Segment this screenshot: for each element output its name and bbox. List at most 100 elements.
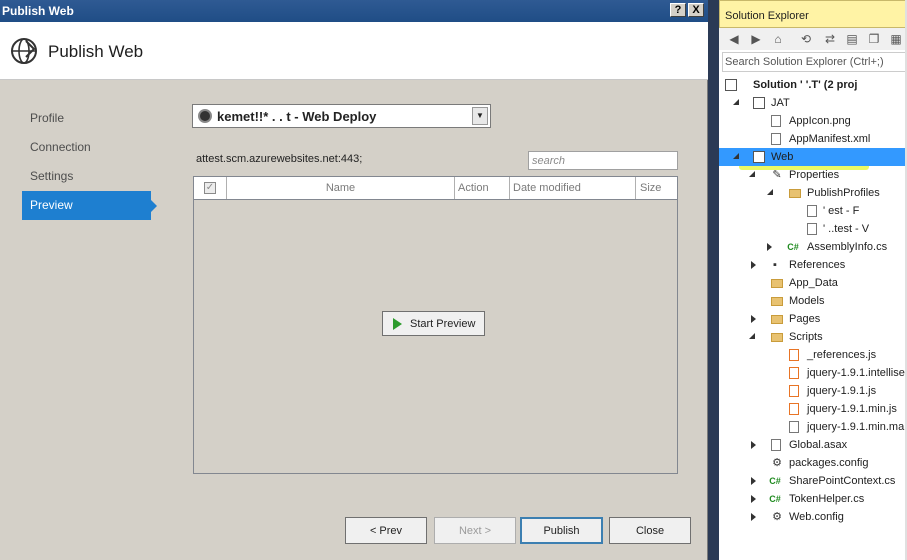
collapse-icon[interactable]	[733, 153, 739, 159]
profile-selected-value: kemet!!* . . t - Web Deploy	[217, 109, 377, 124]
collapse-icon[interactable]	[733, 99, 739, 105]
csharp-icon: C#	[769, 494, 781, 504]
references-icon: ▪	[773, 259, 777, 271]
tree-item-selected[interactable]: Web	[719, 148, 907, 166]
tree-item[interactable]: ' ..test - V	[719, 220, 907, 238]
folder-icon	[771, 297, 783, 306]
tree-item[interactable]: PublishProfiles	[719, 184, 907, 202]
expand-icon[interactable]	[751, 441, 756, 449]
tree-item[interactable]: ' est - F	[719, 202, 907, 220]
nav-item-preview[interactable]: Preview	[22, 191, 157, 220]
dialog-titlebar: Publish Web ? X	[0, 0, 708, 22]
grid-header: ✓ Name Action Date modified Size	[194, 177, 677, 200]
next-button[interactable]: Next >	[434, 517, 516, 544]
js-icon	[789, 349, 799, 361]
collapse-icon[interactable]	[767, 189, 773, 195]
tree-item[interactable]: ▪ References	[719, 256, 907, 274]
column-action[interactable]: Action	[455, 177, 510, 199]
file-icon	[789, 421, 799, 433]
column-name[interactable]: Name	[227, 177, 455, 199]
home-icon[interactable]: ⌂	[771, 32, 785, 46]
js-icon	[789, 385, 799, 397]
properties-icon[interactable]: ▦	[889, 32, 903, 46]
folder-icon	[771, 315, 783, 324]
folder-icon	[771, 333, 783, 342]
publish-button[interactable]: Publish	[520, 517, 603, 544]
forward-icon[interactable]: ▶	[749, 32, 763, 46]
collapse-icon[interactable]	[749, 171, 755, 177]
folder-icon	[771, 279, 783, 288]
expand-icon[interactable]	[751, 315, 756, 323]
server-url: attest.scm.azurewebsites.net:443;	[196, 153, 363, 165]
search-input[interactable]	[528, 151, 678, 170]
tree-item[interactable]: AppIcon.png	[719, 112, 907, 130]
select-all-checkbox[interactable]: ✓	[204, 182, 216, 194]
sync-icon[interactable]: ⇄	[823, 32, 837, 46]
project-icon	[753, 97, 765, 109]
web-deploy-icon	[198, 109, 212, 123]
expand-icon[interactable]	[751, 513, 756, 521]
tree-item[interactable]: ⚙ packages.config	[719, 454, 907, 472]
file-icon	[807, 205, 817, 217]
start-preview-button[interactable]: Start Preview	[382, 311, 485, 336]
chevron-down-icon[interactable]: ▼	[472, 107, 488, 125]
tree-item[interactable]: _references.js	[719, 346, 907, 364]
profile-dropdown[interactable]: kemet!!* . . t - Web Deploy ▼	[192, 104, 491, 128]
window-divider	[709, 0, 719, 560]
nav-item-settings[interactable]: Settings	[22, 162, 162, 191]
tree-item[interactable]: jquery-1.9.1.intellise	[719, 364, 907, 382]
back-icon[interactable]: ◀	[727, 32, 741, 46]
nav-item-connection[interactable]: Connection	[22, 133, 162, 162]
tree-item[interactable]: C# SharePointContext.cs	[719, 472, 907, 490]
file-icon	[807, 223, 817, 235]
folder-icon	[789, 189, 801, 198]
copy-icon[interactable]: ❐	[867, 32, 881, 46]
tree-item[interactable]: JAT	[719, 94, 907, 112]
tree-item[interactable]: App_Data	[719, 274, 907, 292]
expand-icon[interactable]	[751, 495, 756, 503]
js-icon	[789, 367, 799, 379]
tree-item[interactable]: Scripts	[719, 328, 907, 346]
collapse-icon[interactable]	[749, 333, 755, 339]
tree-item[interactable]: C# TokenHelper.cs	[719, 490, 907, 508]
tree-item[interactable]: jquery-1.9.1.min.js	[719, 400, 907, 418]
tree-item[interactable]: Solution ' '.T' (2 proj	[719, 76, 907, 94]
expand-icon[interactable]	[767, 243, 772, 251]
collapse-all-icon[interactable]: ▤	[845, 32, 859, 46]
config-icon: ⚙	[772, 511, 782, 523]
solution-explorer-title: Solution Explorer	[719, 0, 907, 28]
tree-item[interactable]: jquery-1.9.1.min.ma	[719, 418, 907, 436]
tree-item[interactable]: C# AssemblyInfo.cs	[719, 238, 907, 256]
help-button[interactable]: ?	[670, 3, 686, 17]
tree-item[interactable]: Models	[719, 292, 907, 310]
tree-item[interactable]: ⚙ Web.config	[719, 508, 907, 526]
solution-icon	[725, 79, 737, 91]
globe-icon	[11, 38, 37, 64]
config-icon: ⚙	[772, 457, 782, 469]
column-date-modified[interactable]: Date modified	[510, 177, 636, 199]
dialog-header: Publish Web	[0, 22, 708, 80]
play-icon	[393, 318, 402, 330]
tree-item[interactable]: ✎ Properties	[719, 166, 907, 184]
tree-item[interactable]: jquery-1.9.1.js	[719, 382, 907, 400]
close-window-button[interactable]: X	[688, 3, 704, 17]
prev-button[interactable]: < Prev	[345, 517, 427, 544]
publish-web-dialog: Publish Web ? X Publish Web Profile Conn…	[0, 0, 708, 560]
web-project-icon	[753, 151, 765, 163]
nav-item-profile[interactable]: Profile	[22, 104, 162, 133]
column-size[interactable]: Size	[636, 177, 677, 199]
solution-explorer-toolbar: ◀ ▶ ⌂ ⟲ ⇄ ▤ ❐ ▦	[719, 28, 907, 50]
expand-icon[interactable]	[751, 261, 756, 269]
tree-item[interactable]: Pages	[719, 310, 907, 328]
history-icon[interactable]: ⟲	[799, 32, 813, 46]
solution-search-input[interactable]: Search Solution Explorer (Ctrl+;)	[722, 52, 907, 72]
start-preview-label: Start Preview	[410, 317, 476, 330]
close-button[interactable]: Close	[609, 517, 691, 544]
tree-item[interactable]: AppManifest.xml	[719, 130, 907, 148]
js-icon	[789, 403, 799, 415]
select-all-column[interactable]: ✓	[194, 177, 227, 199]
wizard-nav: Profile Connection Settings Preview	[22, 104, 162, 220]
page-title: Publish Web	[48, 42, 144, 61]
tree-item[interactable]: Global.asax	[719, 436, 907, 454]
expand-icon[interactable]	[751, 477, 756, 485]
